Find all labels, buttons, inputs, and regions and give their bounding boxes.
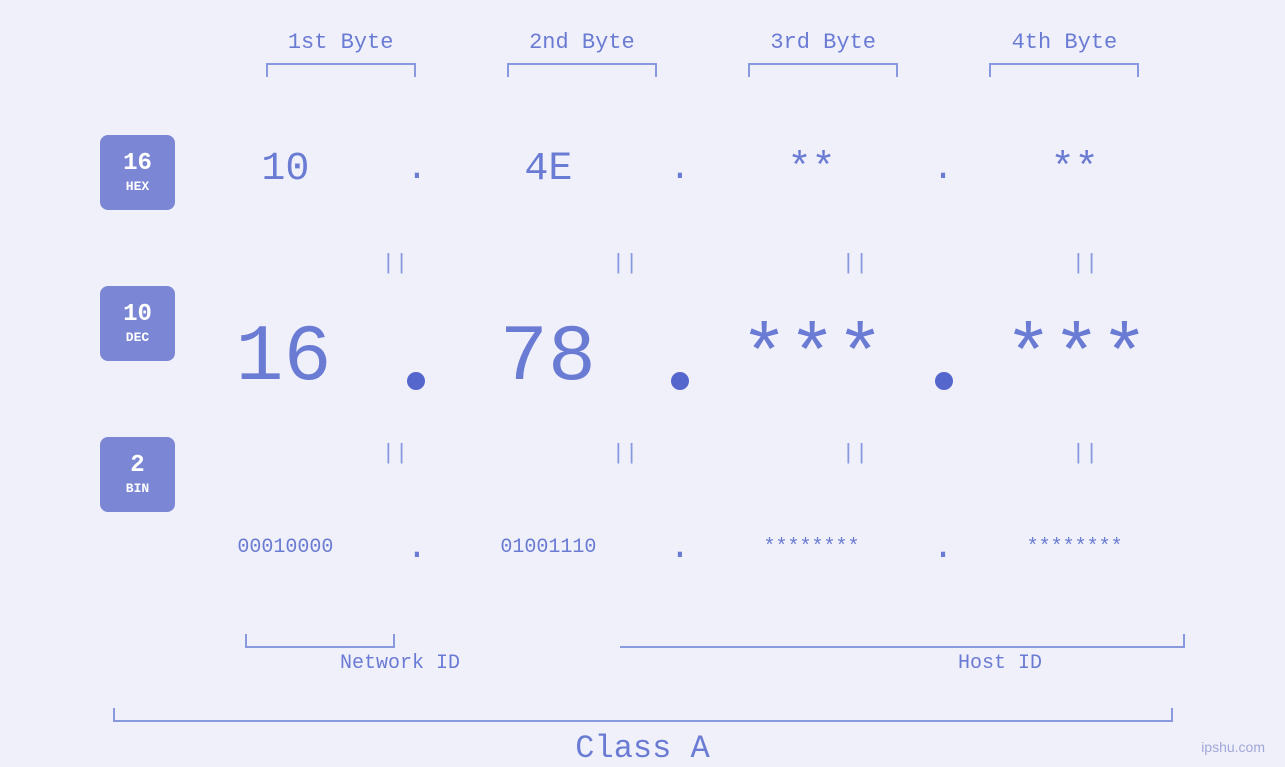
badges-column: 16 HEX 10 DEC 2 BIN bbox=[100, 87, 175, 630]
byte1-header: 1st Byte bbox=[241, 30, 441, 55]
main-content: 16 HEX 10 DEC 2 BIN 10 . 4E . ** . ** bbox=[100, 87, 1185, 630]
dec-b2: 78 bbox=[448, 313, 648, 404]
watermark: ipshu.com bbox=[1201, 739, 1265, 755]
byte3-header: 3rd Byte bbox=[723, 30, 923, 55]
full-bracket-line bbox=[113, 708, 1173, 722]
main-container: 1st Byte 2nd Byte 3rd Byte 4th Byte 16 H… bbox=[0, 0, 1285, 767]
bracket-top-2 bbox=[482, 63, 682, 77]
host-bracket bbox=[620, 634, 1185, 648]
top-brackets bbox=[100, 63, 1185, 77]
values-area: 10 . 4E . ** . ** || || || || bbox=[175, 87, 1185, 630]
bin-dot1: . bbox=[406, 530, 428, 566]
hex-badge: 16 HEX bbox=[100, 135, 175, 210]
byte4-header: 4th Byte bbox=[964, 30, 1164, 55]
class-label: Class A bbox=[575, 730, 709, 767]
eq1-b3: || bbox=[755, 251, 955, 276]
id-labels: Network ID Host ID bbox=[220, 652, 1185, 688]
eq2-b4: || bbox=[985, 441, 1185, 466]
dec-b3: *** bbox=[712, 313, 912, 404]
bin-b1: 00010000 bbox=[185, 536, 385, 559]
host-id-label: Host ID bbox=[720, 652, 1280, 675]
bottom-brackets-container: Network ID Host ID bbox=[100, 634, 1185, 688]
bracket-line-1 bbox=[266, 63, 416, 77]
hex-dot3: . bbox=[932, 151, 954, 187]
dec-badge: 10 DEC bbox=[100, 286, 175, 361]
bracket-line-4 bbox=[989, 63, 1139, 77]
hex-b3: ** bbox=[712, 147, 912, 192]
dec-dot3 bbox=[929, 363, 959, 394]
dec-b4: *** bbox=[976, 313, 1176, 404]
bin-dot2: . bbox=[669, 530, 691, 566]
bracket-top-1 bbox=[241, 63, 441, 77]
bin-row: 00010000 . 01001110 . ******** . *******… bbox=[175, 466, 1185, 630]
eq2-b1: || bbox=[295, 441, 495, 466]
network-id-label: Network ID bbox=[300, 652, 500, 675]
eq1-b4: || bbox=[985, 251, 1185, 276]
hex-b1: 10 bbox=[185, 147, 385, 192]
eq-row-2: || || || || bbox=[175, 441, 1185, 466]
bracket-line-2 bbox=[507, 63, 657, 77]
dec-dot1 bbox=[401, 363, 431, 394]
bin-dot3: . bbox=[932, 530, 954, 566]
dec-row: 16 78 *** *** bbox=[175, 276, 1185, 440]
dec-b1: 16 bbox=[184, 313, 384, 404]
bracket-line-bottom-1 bbox=[245, 634, 395, 648]
bracket-top-4 bbox=[964, 63, 1164, 77]
bin-b3: ******** bbox=[712, 536, 912, 559]
bracket-top-3 bbox=[723, 63, 923, 77]
byte2-header: 2nd Byte bbox=[482, 30, 682, 55]
bracket-line-3 bbox=[748, 63, 898, 77]
eq1-b2: || bbox=[525, 251, 725, 276]
bracket-bottom-2 bbox=[420, 634, 620, 648]
bin-b2: 01001110 bbox=[448, 536, 648, 559]
dec-badge-number: 10 bbox=[123, 302, 152, 328]
bin-badge-label: BIN bbox=[126, 481, 149, 496]
hex-dot2: . bbox=[669, 151, 691, 187]
dec-dot2 bbox=[665, 363, 695, 394]
dec-badge-label: DEC bbox=[126, 330, 149, 345]
full-bracket-row bbox=[100, 708, 1185, 722]
bin-b4: ******** bbox=[975, 536, 1175, 559]
bottom-brackets bbox=[220, 634, 1185, 648]
eq1-b1: || bbox=[295, 251, 495, 276]
hex-dot1: . bbox=[406, 151, 428, 187]
bracket-bottom-1 bbox=[220, 634, 420, 648]
hex-b2: 4E bbox=[448, 147, 648, 192]
bin-badge: 2 BIN bbox=[100, 437, 175, 512]
hex-badge-number: 16 bbox=[123, 151, 152, 177]
eq-row-1: || || || || bbox=[175, 251, 1185, 276]
byte-headers: 1st Byte 2nd Byte 3rd Byte 4th Byte bbox=[100, 0, 1185, 55]
hex-row: 10 . 4E . ** . ** bbox=[175, 87, 1185, 251]
hex-b4: ** bbox=[975, 147, 1175, 192]
hex-badge-label: HEX bbox=[126, 179, 149, 194]
bin-badge-number: 2 bbox=[130, 453, 144, 479]
eq2-b3: || bbox=[755, 441, 955, 466]
eq2-b2: || bbox=[525, 441, 725, 466]
